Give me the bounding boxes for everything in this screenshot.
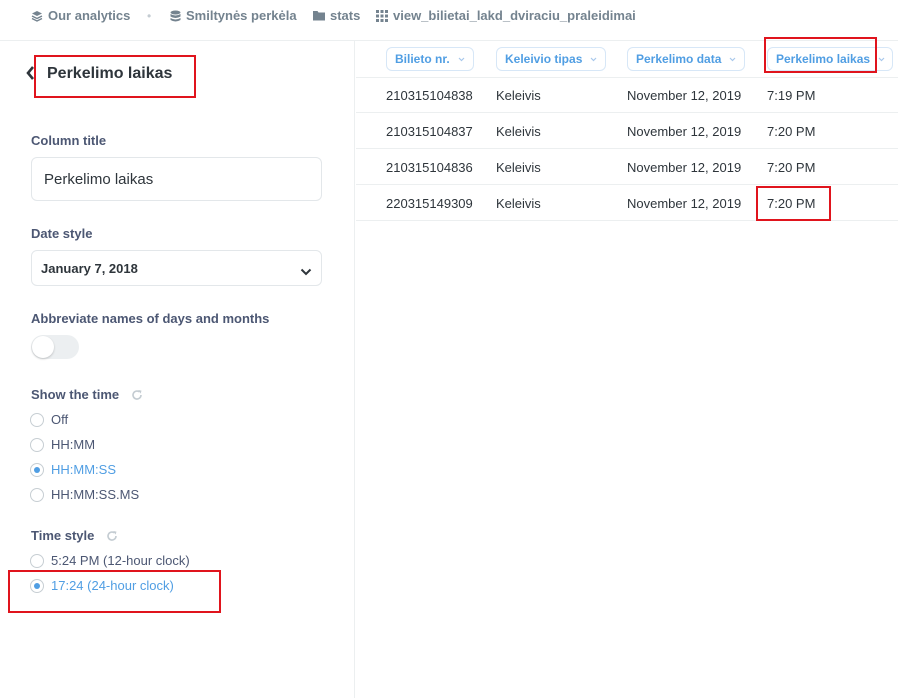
cell-keleivio-tipas: Keleivis bbox=[496, 160, 541, 175]
breadcrumb-bar: Our analytics • Smiltynės perkėla stats … bbox=[0, 0, 898, 41]
cell-perkelimo-data: November 12, 2019 bbox=[627, 88, 742, 103]
chevron-down-icon bbox=[458, 57, 465, 62]
table-row: 210315104836 Keleivis November 12, 2019 … bbox=[356, 149, 898, 185]
cell-bilieto-nr: 220315149309 bbox=[386, 196, 473, 211]
radio-circle bbox=[30, 412, 44, 427]
column-title-label: Column title bbox=[31, 133, 107, 148]
column-header-keleivio-tipas[interactable]: Keleivio tipas bbox=[496, 47, 606, 71]
column-title-input[interactable] bbox=[31, 157, 322, 201]
toggle-knob bbox=[32, 336, 54, 358]
show-time-option-hhmmss[interactable]: HH:MM:SS bbox=[30, 462, 116, 477]
cell-perkelimo-laikas: 7:20 PM bbox=[767, 160, 816, 175]
cell-bilieto-nr: 210315104836 bbox=[386, 160, 473, 175]
column-header-label: Bilieto nr. bbox=[395, 52, 450, 66]
abbreviate-toggle[interactable] bbox=[31, 335, 79, 359]
column-header-label: Keleivio tipas bbox=[505, 52, 583, 66]
time-style-label-row: Time style bbox=[31, 528, 118, 545]
radio-label: HH:MM:SS bbox=[51, 462, 116, 477]
time-style-option-12h[interactable]: 5:24 PM (12-hour clock) bbox=[30, 553, 190, 568]
highlight-box-header bbox=[764, 37, 877, 73]
folder-icon bbox=[313, 10, 325, 21]
breadcrumb-separator: • bbox=[147, 9, 152, 23]
radio-circle bbox=[30, 437, 44, 452]
cell-keleivio-tipas: Keleivis bbox=[496, 88, 541, 103]
radio-circle bbox=[30, 487, 44, 502]
cell-perkelimo-data: November 12, 2019 bbox=[627, 124, 742, 139]
table-grid-icon bbox=[376, 9, 388, 22]
radio-label: 5:24 PM (12-hour clock) bbox=[51, 553, 190, 568]
date-style-value: January 7, 2018 bbox=[41, 261, 138, 276]
table-row: 210315104838 Keleivis November 12, 2019 … bbox=[356, 77, 898, 113]
cell-perkelimo-data: November 12, 2019 bbox=[627, 196, 742, 211]
breadcrumb-database[interactable]: Smiltynės perkėla bbox=[170, 8, 297, 23]
cell-bilieto-nr: 210315104837 bbox=[386, 124, 473, 139]
reset-icon[interactable] bbox=[131, 389, 143, 404]
show-time-option-hhmm[interactable]: HH:MM bbox=[30, 437, 95, 452]
breadcrumb-collection-label: Our analytics bbox=[48, 8, 131, 23]
breadcrumb-schema-label: stats bbox=[330, 8, 361, 23]
cell-bilieto-nr: 210315104838 bbox=[386, 88, 473, 103]
chevron-down-icon bbox=[729, 57, 736, 62]
show-time-option-hhmmssms[interactable]: HH:MM:SS.MS bbox=[30, 487, 139, 502]
cell-perkelimo-laikas: 7:20 PM bbox=[767, 124, 816, 139]
radio-circle bbox=[30, 553, 44, 568]
breadcrumb-database-label: Smiltynės perkėla bbox=[186, 8, 297, 23]
table-row: 210315104837 Keleivis November 12, 2019 … bbox=[356, 113, 898, 149]
highlight-box-cell bbox=[756, 186, 831, 221]
radio-label: Off bbox=[51, 412, 69, 427]
cell-perkelimo-laikas: 7:19 PM bbox=[767, 88, 816, 103]
breadcrumb-table[interactable]: view_bilietai_lakd_dviraciu_praleidimai bbox=[376, 8, 636, 23]
highlight-box-title bbox=[34, 55, 196, 98]
reset-icon[interactable] bbox=[106, 530, 118, 545]
radio-label: HH:MM:SS.MS bbox=[51, 487, 140, 502]
radio-label: HH:MM bbox=[51, 437, 96, 452]
chevron-down-icon bbox=[590, 57, 597, 62]
time-style-label: Time style bbox=[31, 528, 95, 543]
date-style-label: Date style bbox=[31, 226, 93, 241]
date-style-select[interactable]: January 7, 2018 bbox=[31, 250, 322, 286]
collection-icon bbox=[31, 10, 43, 22]
cell-keleivio-tipas: Keleivis bbox=[496, 196, 541, 211]
abbreviate-label: Abbreviate names of days and months bbox=[31, 311, 270, 326]
column-header-label: Perkelimo data bbox=[636, 52, 722, 66]
show-time-option-off[interactable]: Off bbox=[30, 412, 68, 427]
chevron-down-icon bbox=[300, 264, 312, 279]
cell-perkelimo-data: November 12, 2019 bbox=[627, 160, 742, 175]
column-header-perkelimo-data[interactable]: Perkelimo data bbox=[627, 47, 745, 71]
highlight-box-option bbox=[8, 570, 221, 613]
show-time-label: Show the time bbox=[31, 387, 120, 402]
breadcrumb-table-label: view_bilietai_lakd_dviraciu_praleidimai bbox=[393, 8, 636, 23]
breadcrumb-schema[interactable]: stats bbox=[313, 8, 360, 23]
database-icon bbox=[170, 10, 181, 22]
radio-circle-selected bbox=[30, 462, 44, 477]
cell-keleivio-tipas: Keleivis bbox=[496, 124, 541, 139]
column-header-bilieto-nr[interactable]: Bilieto nr. bbox=[386, 47, 474, 71]
show-time-label-row: Show the time bbox=[31, 387, 143, 404]
chevron-down-icon bbox=[878, 57, 885, 62]
breadcrumb-collection[interactable]: Our analytics bbox=[31, 8, 130, 23]
